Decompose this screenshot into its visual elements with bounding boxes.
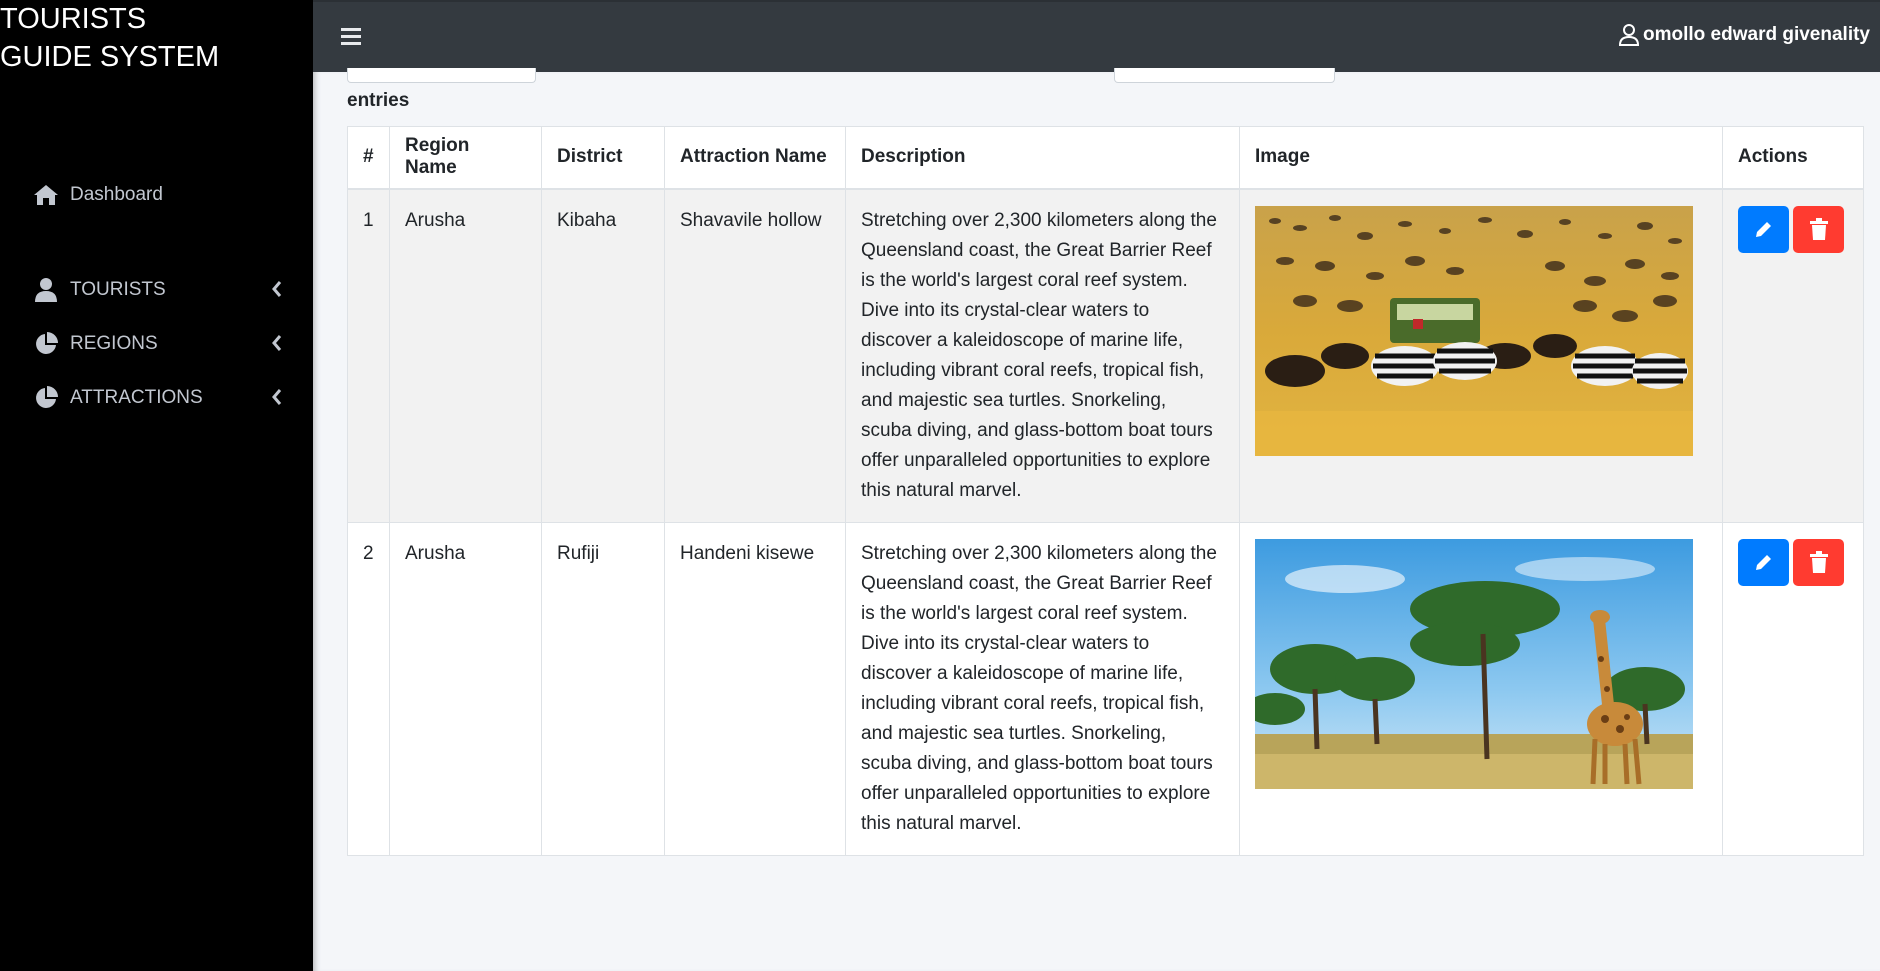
trash-icon <box>1809 218 1828 240</box>
cell-attraction: Shavavile hollow <box>664 188 846 523</box>
sidebar-item-label: ATTRACTIONS <box>70 387 203 408</box>
user-outline-icon <box>1619 24 1639 46</box>
user-name: omollo edward givenality <box>1643 24 1870 45</box>
table-row: 2 Arusha Rufiji Handeni kisewe Stretchin… <box>347 521 1864 856</box>
chevron-left-icon <box>272 335 282 351</box>
entries-length-select[interactable] <box>347 68 536 83</box>
hamburger-icon[interactable] <box>341 28 361 46</box>
cell-image <box>1239 188 1723 523</box>
column-header-description[interactable]: Description <box>845 126 1240 190</box>
pencil-icon <box>1755 222 1771 237</box>
edit-button[interactable] <box>1738 205 1789 253</box>
column-header-attraction[interactable]: Attraction Name <box>664 126 846 190</box>
brand-title[interactable]: TOURISTS GUIDE SYSTEM <box>0 0 313 76</box>
sidebar-item-attractions[interactable]: ATTRACTIONS <box>0 378 313 418</box>
chevron-left-icon <box>272 389 282 405</box>
sidebar-item-dashboard[interactable]: Dashboard <box>0 175 313 215</box>
sidebar-item-label: Dashboard <box>70 184 163 205</box>
delete-button[interactable] <box>1793 538 1844 586</box>
brand-line-1: TOURISTS <box>0 3 147 35</box>
trash-icon <box>1809 551 1828 573</box>
column-header-district[interactable]: District <box>541 126 665 190</box>
cell-district: Kibaha <box>541 188 665 523</box>
cell-region: Arusha <box>389 188 542 523</box>
top-navbar: omollo edward givenality <box>313 0 1880 72</box>
entries-label: entries <box>347 90 410 111</box>
table-row: 1 Arusha Kibaha Shavavile hollow Stretch… <box>347 188 1864 523</box>
row-actions <box>1738 205 1848 253</box>
cell-attraction: Handeni kisewe <box>664 521 846 856</box>
giraffe-acacia-savanna-photo <box>1255 538 1693 789</box>
sidebar: TOURISTS GUIDE SYSTEM Dashboard TOURISTS… <box>0 0 313 971</box>
brand-line-2: GUIDE SYSTEM <box>0 41 220 73</box>
cell-description: Stretching over 2,300 kilometers along t… <box>845 521 1240 856</box>
cell-actions <box>1722 188 1864 523</box>
cell-description: Stretching over 2,300 kilometers along t… <box>845 188 1240 523</box>
sidebar-item-label: TOURISTS <box>70 279 166 300</box>
chart-pie-icon <box>33 385 59 411</box>
cell-number: 2 <box>347 521 390 856</box>
row-actions <box>1738 538 1848 586</box>
user-menu[interactable]: omollo edward givenality <box>1619 24 1870 46</box>
table-search-input[interactable] <box>1114 68 1335 83</box>
column-header-number[interactable]: # <box>347 126 390 190</box>
chevron-left-icon <box>272 281 282 297</box>
user-icon <box>33 277 59 303</box>
cell-district: Rufiji <box>541 521 665 856</box>
delete-button[interactable] <box>1793 205 1844 253</box>
column-header-actions: Actions <box>1722 126 1864 190</box>
column-header-image[interactable]: Image <box>1239 126 1723 190</box>
chart-pie-icon <box>33 331 59 357</box>
safari-wildebeest-zebra-photo <box>1255 205 1693 456</box>
cell-region: Arusha <box>389 521 542 856</box>
cell-number: 1 <box>347 188 390 523</box>
edit-button[interactable] <box>1738 538 1789 586</box>
attractions-table: # Region Name District Attraction Name D… <box>347 126 1864 856</box>
description-text: Stretching over 2,300 kilometers along t… <box>861 209 1217 501</box>
sidebar-item-label: REGIONS <box>70 333 158 354</box>
sidebar-item-regions[interactable]: REGIONS <box>0 324 313 364</box>
pencil-icon <box>1755 555 1771 570</box>
cell-image <box>1239 521 1723 856</box>
sidebar-item-tourists[interactable]: TOURISTS <box>0 270 313 310</box>
main-content: entries # Region Name District Attractio… <box>313 68 1880 971</box>
cell-actions <box>1722 521 1864 856</box>
description-text: Stretching over 2,300 kilometers along t… <box>861 542 1217 834</box>
home-icon <box>33 182 59 208</box>
column-header-region[interactable]: Region Name <box>389 126 542 190</box>
table-header-row: # Region Name District Attraction Name D… <box>347 126 1864 190</box>
